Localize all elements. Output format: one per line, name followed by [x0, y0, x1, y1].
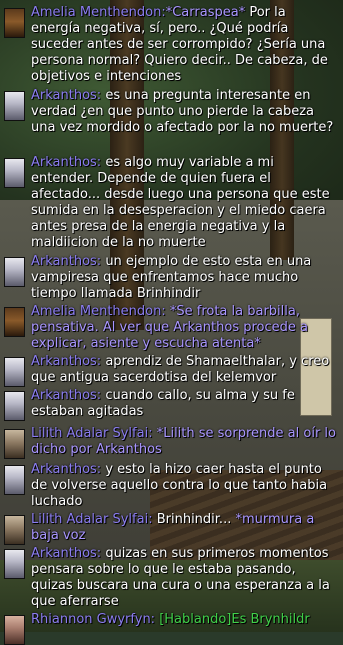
chat-message: Amelia Menthendon:*Carraspea* Por la ene…	[0, 5, 343, 85]
chat-message: Amelia Menthendon: *Se frota la barbilla…	[0, 304, 343, 352]
chat-message-text: Arkanthos: es algo muy variable a mi ent…	[31, 155, 343, 251]
chat-log[interactable]: Amelia Menthendon:*Carraspea* Por la ene…	[0, 0, 343, 645]
chat-message-text: Amelia Menthendon:*Carraspea* Por la ene…	[31, 5, 343, 85]
lilith-portrait[interactable]	[4, 515, 25, 545]
arkanthos-portrait[interactable]	[4, 357, 25, 387]
rhiannon-portrait[interactable]	[4, 615, 25, 645]
speaker-name[interactable]: Amelia Menthendon:	[31, 5, 166, 20]
chat-message: Lilith Adalar Sylfai: Brinhindir... *mur…	[0, 512, 343, 545]
said-text: Brinhindir...	[152, 512, 236, 527]
chat-message: Arkanthos: y esto la hizo caer hasta el …	[0, 462, 343, 510]
speaker-name[interactable]: Arkanthos:	[31, 155, 101, 170]
chat-message: Arkanthos: cuando callo, su alma y su fe…	[0, 388, 343, 421]
arkanthos-portrait[interactable]	[4, 257, 25, 287]
speaker-name[interactable]: Arkanthos:	[31, 88, 101, 103]
chat-message-text: Arkanthos: es una pregunta interesante e…	[31, 88, 343, 136]
chat-message: Arkanthos: es algo muy variable a mi ent…	[0, 155, 343, 251]
chat-message-text: Lilith Adalar Sylfai: *Lilith se sorpren…	[31, 426, 343, 458]
chat-message: Arkanthos: es una pregunta interesante e…	[0, 88, 343, 136]
chat-message-text: Rhiannon Gwyrfyn: [Hablando]Es Brynhildr	[31, 612, 343, 628]
arkanthos-portrait[interactable]	[4, 465, 25, 495]
speaker-name[interactable]: Arkanthos:	[31, 388, 101, 403]
lilith-portrait[interactable]	[4, 429, 25, 459]
chat-message-text: Arkanthos: un ejemplo de esto esta en un…	[31, 254, 343, 302]
speaker-name[interactable]: Amelia Menthendon:	[31, 304, 166, 319]
speaker-name[interactable]: Lilith Adalar Sylfai:	[31, 426, 153, 441]
speaker-name[interactable]: Lilith Adalar Sylfai:	[31, 512, 153, 527]
chat-message-text: Arkanthos: quizas en sus primeros moment…	[31, 546, 343, 610]
chat-message: Rhiannon Gwyrfyn: [Hablando]Es Brynhildr	[0, 612, 343, 645]
chat-message-text: Arkanthos: cuando callo, su alma y su fe…	[31, 388, 343, 420]
speaker-name[interactable]: Arkanthos:	[31, 546, 101, 561]
speaker-name[interactable]: Arkanthos:	[31, 254, 101, 269]
arkanthos-portrait[interactable]	[4, 158, 25, 188]
chat-message: Arkanthos: aprendiz de Shamaelthalar, y …	[0, 354, 343, 387]
chat-message: Arkanthos: un ejemplo de esto esta en un…	[0, 254, 343, 302]
chat-message: Arkanthos: quizas en sus primeros moment…	[0, 546, 343, 610]
arkanthos-portrait[interactable]	[4, 391, 25, 421]
amelia-portrait[interactable]	[4, 307, 25, 337]
chat-message-text: Arkanthos: aprendiz de Shamaelthalar, y …	[31, 354, 343, 386]
speaker-name[interactable]: Arkanthos:	[31, 462, 101, 477]
chat-message-text: Amelia Menthendon: *Se frota la barbilla…	[31, 304, 343, 352]
arkanthos-portrait[interactable]	[4, 91, 25, 121]
talk-channel-text: [Hablando]Es Brynhildr	[155, 612, 310, 627]
chat-message-text: Lilith Adalar Sylfai: Brinhindir... *mur…	[31, 512, 343, 544]
speaker-name[interactable]: Arkanthos:	[31, 354, 101, 369]
speaker-name[interactable]: Rhiannon Gwyrfyn:	[31, 612, 155, 627]
emote-text: *Carraspea*	[165, 5, 246, 20]
chat-message: Lilith Adalar Sylfai: *Lilith se sorpren…	[0, 426, 343, 459]
amelia-portrait[interactable]	[4, 8, 25, 38]
arkanthos-portrait[interactable]	[4, 549, 25, 579]
chat-message-text: Arkanthos: y esto la hizo caer hasta el …	[31, 462, 343, 510]
